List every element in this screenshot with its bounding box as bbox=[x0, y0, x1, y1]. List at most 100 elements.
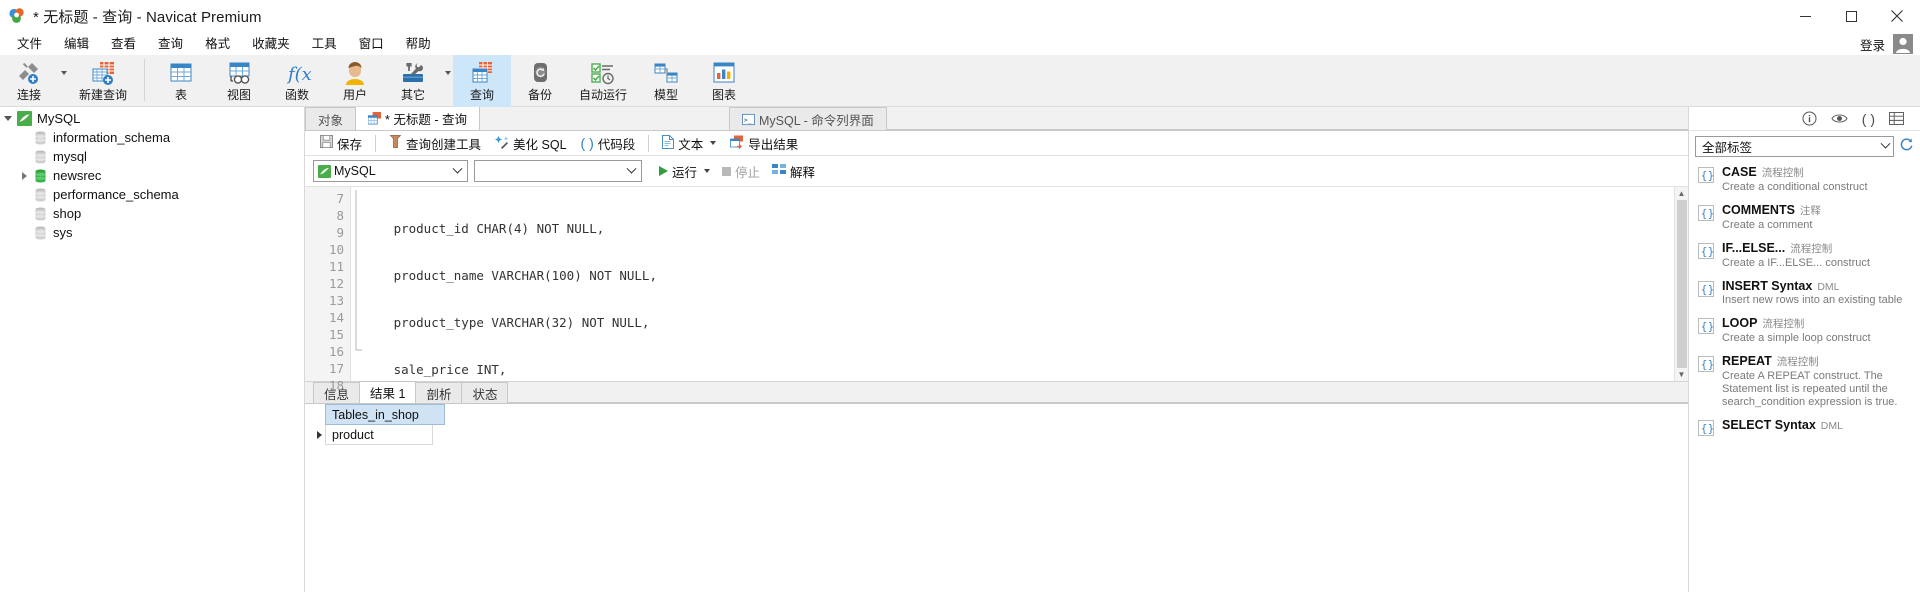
results-tab-status[interactable]: 状态 bbox=[461, 382, 509, 403]
stop-button[interactable]: 停止 bbox=[717, 160, 765, 183]
parentheses-icon[interactable]: ( ) bbox=[1862, 111, 1875, 127]
toolbar-query-button[interactable]: 查询 bbox=[453, 55, 511, 107]
tree-item-mysql[interactable]: mysql bbox=[0, 147, 304, 166]
toolbar-other-dropdown[interactable] bbox=[442, 55, 453, 107]
tree-item-information-schema[interactable]: information_schema bbox=[0, 128, 304, 147]
tab-objects[interactable]: 对象 bbox=[305, 107, 357, 130]
avatar[interactable] bbox=[1892, 33, 1914, 55]
toolbar-other-button[interactable]: 其它 bbox=[384, 55, 442, 107]
beautify-icon bbox=[495, 135, 509, 152]
export-result-label: 导出结果 bbox=[748, 137, 799, 152]
tree-item-sys[interactable]: sys bbox=[0, 223, 304, 242]
menu-view[interactable]: 查看 bbox=[100, 34, 147, 54]
info-icon[interactable] bbox=[1802, 111, 1817, 126]
toolbar-connection-dropdown[interactable] bbox=[58, 55, 69, 107]
table-row[interactable]: product bbox=[313, 425, 1688, 445]
tree-item-newsrec[interactable]: newsrec bbox=[0, 166, 304, 185]
toolbar-table-button[interactable]: 表 bbox=[152, 55, 210, 107]
snippet-item-comments[interactable]: {} COMMENTS 注释 Create a comment bbox=[1689, 199, 1920, 237]
menu-query[interactable]: 查询 bbox=[147, 34, 194, 54]
results-tab-result1[interactable]: 结果 1 bbox=[359, 381, 417, 403]
chevron-down-icon[interactable] bbox=[0, 116, 16, 121]
menu-tools[interactable]: 工具 bbox=[301, 34, 348, 54]
sql-code[interactable]: product_id CHAR(4) NOT NULL, product_nam… bbox=[363, 187, 1674, 381]
chevron-down-icon[interactable] bbox=[710, 141, 717, 145]
explain-button[interactable]: 解释 bbox=[767, 160, 820, 183]
table-icon bbox=[167, 59, 195, 87]
tree-item-label: mysql bbox=[53, 149, 87, 164]
menu-help[interactable]: 帮助 bbox=[395, 34, 442, 54]
chevron-down-icon[interactable]: ▼ bbox=[1678, 370, 1686, 379]
run-button[interactable]: 运行 bbox=[654, 160, 715, 183]
toolbar-function-button[interactable]: f(x) 函数 bbox=[268, 55, 326, 107]
toolbar-backup-button[interactable]: 备份 bbox=[511, 55, 569, 107]
table-grid-icon[interactable] bbox=[1889, 112, 1904, 125]
menu-format[interactable]: 格式 bbox=[194, 34, 241, 54]
toolbar-new-query-button[interactable]: 新建查询 bbox=[69, 55, 137, 107]
fold-gutter[interactable] bbox=[351, 187, 363, 381]
tag-filter-select[interactable]: 全部标签 bbox=[1695, 135, 1894, 157]
toolbar-chart-label: 图表 bbox=[711, 88, 736, 102]
login-link[interactable]: 登录 bbox=[1860, 35, 1892, 54]
column-header-tables-in-shop[interactable]: Tables_in_shop bbox=[325, 404, 445, 425]
query-toolbar: 保存 查询创建工具 美化 SQL () 代码段 文本 导出结果 bbox=[305, 131, 1688, 156]
code-line: sale_price INT, bbox=[371, 361, 1674, 378]
editor-scrollbar[interactable]: ▲ ▼ bbox=[1674, 187, 1688, 381]
refresh-icon[interactable] bbox=[1899, 137, 1914, 155]
minimize-icon[interactable] bbox=[1782, 0, 1828, 33]
sql-editor[interactable]: 7 8 9 10 11 12 13 14 15 16 17 18 product… bbox=[305, 186, 1688, 393]
toolbar-connection-button[interactable]: 连接 bbox=[0, 55, 58, 107]
save-button[interactable]: 保存 bbox=[313, 132, 369, 155]
tree-item-shop[interactable]: shop bbox=[0, 204, 304, 223]
snippet-item-repeat[interactable]: {} REPEAT 流程控制 Create A REPEAT construct… bbox=[1689, 350, 1920, 414]
toolbar-view-button[interactable]: 视图 bbox=[210, 55, 268, 107]
export-result-button[interactable]: 导出结果 bbox=[723, 132, 805, 155]
query-builder-button[interactable]: 查询创建工具 bbox=[382, 132, 488, 155]
snippet-button[interactable]: ( ) 代码段 bbox=[574, 132, 643, 155]
chevron-right-icon[interactable] bbox=[16, 171, 32, 180]
toolbar-chart-button[interactable]: 图表 bbox=[695, 55, 753, 107]
eye-icon[interactable] bbox=[1831, 112, 1848, 125]
database-select[interactable]: MySQL bbox=[313, 160, 468, 182]
schema-select[interactable] bbox=[474, 160, 642, 182]
menu-edit[interactable]: 编辑 bbox=[53, 34, 100, 54]
close-icon[interactable] bbox=[1874, 0, 1920, 33]
snippet-title: INSERT Syntax bbox=[1722, 279, 1813, 293]
chevron-down-icon[interactable] bbox=[623, 161, 639, 181]
panel-icon-bar: ( ) bbox=[1689, 107, 1920, 131]
snippet-item-case[interactable]: {} CASE 流程控制 Create a conditional constr… bbox=[1689, 161, 1920, 199]
chevron-down-icon[interactable] bbox=[449, 161, 465, 181]
tab-mysql-console[interactable]: >_ MySQL - 命令列界面 bbox=[728, 107, 887, 130]
results-grid[interactable]: Tables_in_shop product bbox=[305, 404, 1688, 592]
snippet-item-insert-syntax[interactable]: {} INSERT Syntax DML Insert new rows int… bbox=[1689, 275, 1920, 312]
results-tab-profile[interactable]: 剖析 bbox=[415, 382, 463, 403]
snippet-list[interactable]: {} CASE 流程控制 Create a conditional constr… bbox=[1689, 161, 1920, 592]
cell-product[interactable]: product bbox=[325, 425, 433, 445]
row-marker-spacer bbox=[313, 404, 325, 425]
toolbar-user-button[interactable]: 用户 bbox=[326, 55, 384, 107]
automation-icon bbox=[589, 59, 617, 87]
tree-item-performance-schema[interactable]: performance_schema bbox=[0, 185, 304, 204]
beautify-sql-button[interactable]: 美化 SQL bbox=[488, 132, 574, 155]
chevron-up-icon[interactable]: ▲ bbox=[1678, 189, 1686, 198]
snippet-item-if-else[interactable]: {} IF...ELSE... 流程控制 Create a IF...ELSE.… bbox=[1689, 237, 1920, 275]
text-view-button[interactable]: 文本 bbox=[655, 132, 723, 155]
chevron-down-icon[interactable] bbox=[1877, 136, 1893, 156]
maximize-icon[interactable] bbox=[1828, 0, 1874, 33]
menu-file[interactable]: 文件 bbox=[6, 34, 53, 54]
snippet-item-select-syntax[interactable]: {} SELECT Syntax DML bbox=[1689, 414, 1920, 441]
chevron-down-icon[interactable] bbox=[704, 169, 711, 173]
menu-favorites[interactable]: 收藏夹 bbox=[241, 34, 301, 54]
tree-root-mysql[interactable]: MySQL bbox=[0, 109, 304, 128]
tree-item-label: information_schema bbox=[53, 130, 171, 145]
snippet-item-loop[interactable]: {} LOOP 流程控制 Create a simple loop constr… bbox=[1689, 312, 1920, 350]
snippet-tag: DML bbox=[1817, 281, 1840, 293]
menu-window[interactable]: 窗口 bbox=[348, 34, 395, 54]
toolbar-table-label: 表 bbox=[174, 88, 187, 102]
toolbar-model-button[interactable]: 模型 bbox=[637, 55, 695, 107]
scrollbar-thumb[interactable] bbox=[1676, 200, 1687, 368]
tab-query-untitled[interactable]: * 无标题 - 查询 bbox=[355, 106, 480, 130]
code-line: product_id CHAR(4) NOT NULL, bbox=[371, 220, 1674, 237]
toolbar-automation-button[interactable]: 自动运行 bbox=[569, 55, 637, 107]
connection-bar: MySQL 运行 停止 解释 bbox=[305, 156, 1688, 186]
